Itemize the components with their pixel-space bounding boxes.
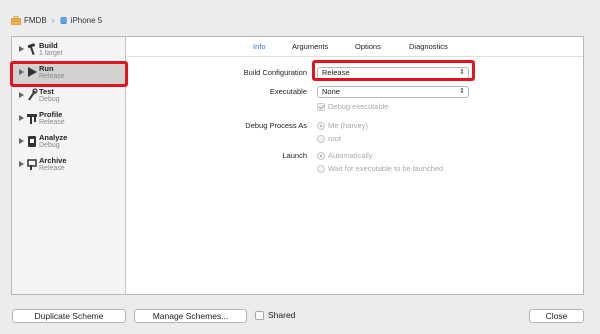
debug-as-me-radio[interactable] [317, 121, 325, 130]
sidebar-item-detail: Release [39, 165, 65, 172]
sidebar-item-build[interactable]: Build 1 target [12, 39, 126, 62]
chevron-up-down-icon: ⇕ [459, 88, 465, 95]
sidebar-item-label: Analyze [39, 133, 68, 142]
manage-schemes-button[interactable]: Manage Schemes... [134, 309, 247, 323]
sidebar-item-detail: Debug [39, 142, 60, 149]
iphone-icon [60, 16, 67, 24]
launch-automatically-radio[interactable] [317, 151, 325, 160]
debug-as-root-radio[interactable] [317, 134, 325, 143]
duplicate-scheme-button[interactable]: Duplicate Scheme [12, 309, 126, 323]
tab-diagnostics[interactable]: Diagnostics [409, 42, 448, 51]
sidebar-item-archive[interactable]: Archive Release [12, 154, 126, 177]
launch-wait-option: Wait for executable to be launched [317, 164, 443, 173]
sidebar-item-label: Profile [39, 110, 63, 119]
launch-wait-radio[interactable] [317, 164, 325, 173]
sidebar-item-label: Build [39, 41, 58, 50]
shared-option: Shared [255, 310, 295, 320]
scheme-editor-panel: Build 1 target Run Release Test Debug Pr… [11, 36, 584, 295]
toolbox-icon [11, 15, 21, 25]
debug-as-me-option: Me (harvey) [317, 121, 368, 130]
disclosure-triangle-icon[interactable] [19, 115, 24, 121]
close-button[interactable]: Close [529, 309, 584, 323]
scheme-actions-sidebar: Build 1 target Run Release Test Debug Pr… [12, 37, 126, 294]
sidebar-item-run[interactable]: Run Release [12, 62, 126, 85]
shared-label: Shared [268, 310, 296, 320]
tab-arguments[interactable]: Arguments [292, 42, 328, 51]
analyze-icon [28, 136, 36, 147]
launch-label: Launch [282, 151, 307, 160]
disclosure-triangle-icon[interactable] [19, 69, 24, 75]
executable-label: Executable [269, 87, 307, 96]
debug-executable-option: Debug executable [317, 102, 388, 111]
disclosure-triangle-icon[interactable] [19, 92, 24, 98]
sidebar-item-label: Archive [39, 156, 67, 165]
sidebar-item-detail: 1 target [39, 50, 63, 57]
breadcrumb: FMDB › iPhone 5 [11, 13, 102, 27]
chevron-right-icon: › [51, 15, 55, 25]
launch-wait-text: Wait for executable to be launched [328, 164, 444, 173]
executable-popup[interactable]: None ⇕ [317, 86, 469, 98]
instruments-icon [27, 114, 37, 124]
debug-executable-text: Debug executable [328, 102, 389, 111]
hammer-icon [27, 43, 36, 56]
breadcrumb-device[interactable]: iPhone 5 [71, 16, 103, 25]
scheme-action-settings: Info Arguments Options Diagnostics Build… [127, 37, 583, 294]
executable-value: None [322, 87, 340, 96]
wrench-icon [28, 88, 38, 101]
debug-as-root-text: root [328, 134, 341, 143]
chevron-up-down-icon: ⇕ [459, 69, 465, 76]
build-configuration-label: Build Configuration [243, 68, 307, 77]
debug-as-root-option: root [317, 134, 341, 143]
archive-icon [27, 159, 37, 170]
tab-bar: Info Arguments Options Diagnostics [127, 37, 583, 57]
disclosure-triangle-icon[interactable] [19, 161, 24, 167]
debug-as-me-text: Me (harvey) [328, 121, 369, 130]
sidebar-item-label: Run [39, 64, 54, 73]
sidebar-item-detail: Release [39, 119, 65, 126]
build-configuration-value: Release [322, 68, 350, 77]
launch-automatically-option: Automatically [317, 151, 373, 160]
sidebar-item-analyze[interactable]: Analyze Debug [12, 131, 126, 154]
sidebar-item-test[interactable]: Test Debug [12, 85, 126, 108]
disclosure-triangle-icon[interactable] [19, 46, 24, 52]
play-icon [28, 67, 37, 77]
debug-executable-checkbox[interactable] [317, 102, 325, 111]
launch-automatically-text: Automatically [328, 151, 373, 160]
sidebar-item-profile[interactable]: Profile Release [12, 108, 126, 131]
sidebar-item-label: Test [39, 87, 54, 96]
shared-checkbox[interactable] [255, 310, 264, 320]
breadcrumb-project[interactable]: FMDB [24, 16, 47, 25]
build-configuration-popup[interactable]: Release ⇕ [317, 67, 469, 79]
disclosure-triangle-icon[interactable] [19, 138, 24, 144]
sidebar-item-detail: Debug [39, 96, 60, 103]
tab-options[interactable]: Options [355, 42, 381, 51]
tab-info[interactable]: Info [253, 42, 266, 51]
sidebar-item-detail: Release [39, 73, 65, 80]
debug-process-label: Debug Process As [245, 121, 307, 130]
